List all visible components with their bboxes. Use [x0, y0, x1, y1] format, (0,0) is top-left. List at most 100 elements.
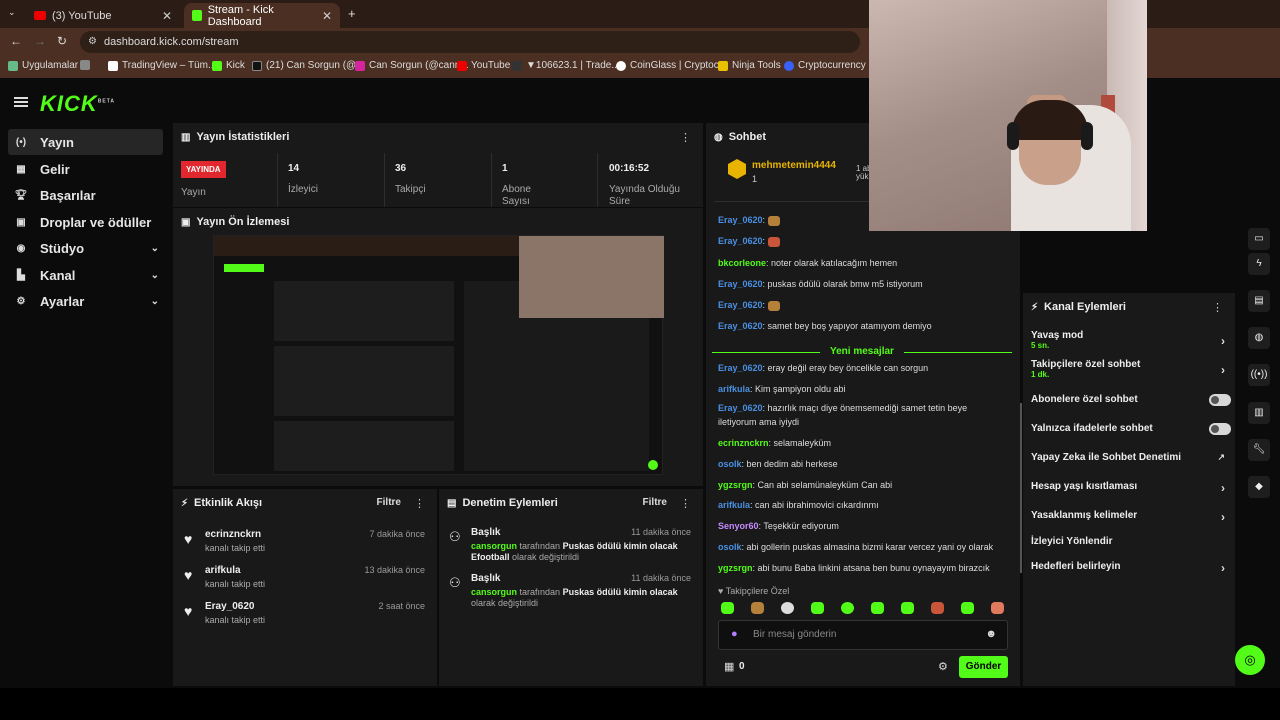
close-icon[interactable]: ✕	[162, 9, 172, 23]
emote-icon[interactable]	[901, 602, 914, 614]
reload-icon[interactable]: ↻	[57, 34, 67, 48]
more-icon[interactable]: ⋮	[680, 131, 691, 144]
action-ai-moderation[interactable]: Yapay Zeka ile Sohbet Denetimi ↗	[1031, 452, 1227, 463]
chat-username[interactable]: Eray_0620	[718, 321, 763, 331]
bookmark-item[interactable]: (21) Can Sorgun (@...	[252, 60, 365, 71]
pinned-user[interactable]: mehmetemin4444	[752, 160, 836, 171]
forward-icon[interactable]: →	[34, 34, 46, 48]
sidebar-item-settings[interactable]: ⚙ Ayarlar ⌄	[8, 288, 163, 314]
emote-icon[interactable]	[811, 602, 824, 614]
panel-header: ▣ Yayın Ön İzlemesi	[181, 216, 290, 228]
emote-icon[interactable]	[781, 602, 794, 614]
badge-icon	[728, 159, 746, 179]
layers-icon[interactable]: ▥	[1248, 402, 1270, 424]
sidebar-item-achievements[interactable]: 🏆︎ Başarılar	[8, 182, 163, 208]
chat-input[interactable]: ● Bir mesaj gönderin ☻	[718, 620, 1008, 650]
emote-icon[interactable]	[991, 602, 1004, 614]
new-tab-button[interactable]: +	[348, 6, 356, 21]
chat-username[interactable]: Eray_0620	[718, 300, 763, 310]
chat-settings-icon[interactable]: ⚙	[938, 660, 948, 673]
close-icon[interactable]: ✕	[322, 9, 332, 23]
emote-icon[interactable]	[961, 602, 974, 614]
more-icon[interactable]: ⋮	[414, 497, 425, 510]
chat-icon: ◍	[714, 131, 723, 143]
action-banned-words[interactable]: Yasaklanmış kelimeler ›	[1031, 510, 1227, 524]
chat-username[interactable]: Eray_0620	[718, 279, 763, 289]
chat-username[interactable]: arifkula	[718, 500, 750, 510]
menu-icon[interactable]	[14, 97, 28, 107]
card-icon[interactable]: ▭	[1248, 228, 1270, 250]
chat-username[interactable]: Eray_0620	[718, 236, 763, 246]
chat-username[interactable]: ecrinznckrn	[718, 438, 769, 448]
chat-username[interactable]: arifkula	[718, 384, 750, 394]
sidebar-item-drops[interactable]: ▣ Droplar ve ödüller	[8, 209, 163, 235]
bookmark-item[interactable]: Kick	[212, 60, 245, 71]
bookmark-item[interactable]: TradingView – Tüm...	[108, 60, 216, 71]
stream-preview-video[interactable]	[213, 235, 664, 475]
bookmark-item[interactable]: Uygulamalar	[8, 60, 78, 71]
action-label: Yapay Zeka ile Sohbet Denetimi	[1031, 452, 1182, 463]
points-icon[interactable]: ▦	[724, 660, 734, 673]
subscribers-only-toggle[interactable]	[1209, 394, 1231, 406]
filter-button[interactable]: Filtre	[377, 497, 401, 508]
divider-line	[904, 352, 1012, 353]
emote-icon[interactable]	[721, 602, 734, 614]
stat-uptime: 00:16:52 Yayında Olduğu Süre	[609, 163, 680, 207]
bolt-icon[interactable]: ϟ	[1248, 253, 1270, 275]
tab-kick-dashboard[interactable]: Stream - Kick Dashboard ✕	[184, 3, 340, 28]
action-followers-only[interactable]: Takipçilere özel sohbet 1 dk. ›	[1031, 359, 1227, 379]
bookmark-item[interactable]: ▼106623.1 | Trade...	[512, 60, 620, 71]
wrench-icon[interactable]: 🔧︎	[1248, 439, 1270, 461]
emote-icon[interactable]	[871, 602, 884, 614]
action-slow-mode[interactable]: Yavaş mod 5 sn. ›	[1031, 330, 1227, 350]
chat-username[interactable]: bkcorleone	[718, 258, 766, 268]
chevron-right-icon: ›	[1221, 334, 1225, 348]
filter-button[interactable]: Filtre	[643, 497, 667, 508]
chat-username[interactable]: ygzsrgn	[718, 563, 753, 573]
kick-logo[interactable]: KICKBETA	[40, 91, 115, 117]
shapes-icon[interactable]: ◆	[1248, 476, 1270, 498]
support-icon[interactable]: ◎	[1235, 645, 1265, 675]
sidebar-item-stream[interactable]: (•) Yayın	[8, 129, 163, 155]
bookmark-item[interactable]: Ninja Tools	[718, 60, 781, 71]
bolt-icon: ⚡︎	[181, 497, 189, 509]
chat-username[interactable]: osolk	[718, 459, 742, 469]
emote-icon[interactable]	[841, 602, 854, 614]
bookmark-item[interactable]: YouTube	[457, 60, 510, 71]
microphone-icon[interactable]: ●	[731, 628, 738, 640]
chat-scrollbar[interactable]	[1020, 403, 1022, 573]
chat-username[interactable]: osolk	[718, 542, 742, 552]
emoji-icon[interactable]: ☻	[985, 628, 997, 640]
chat-username[interactable]: ygzsrgn	[718, 480, 753, 490]
chat-username[interactable]: Eray_0620	[718, 363, 763, 373]
emote-icon[interactable]	[931, 602, 944, 614]
send-button[interactable]: Gönder	[959, 656, 1008, 678]
chevron-down-icon: ⌄	[150, 242, 159, 254]
sidebar-item-studio[interactable]: ◉ Stüdyo ⌄	[8, 235, 163, 261]
chat-username[interactable]: Senyor60	[718, 521, 759, 531]
clipboard-icon[interactable]: ▤	[1248, 290, 1270, 312]
emote-icon[interactable]	[751, 602, 764, 614]
gift-icon: ▣	[16, 216, 26, 228]
back-icon[interactable]: ←	[10, 34, 22, 48]
chat-username[interactable]: Eray_0620	[718, 403, 763, 413]
bookmark-item[interactable]: CoinGlass | Cryptoc...	[616, 60, 727, 71]
bookmark-item[interactable]	[80, 60, 90, 70]
bookmark-item[interactable]: Can Sorgun (@cann...	[355, 60, 469, 71]
heart-icon: ♥	[184, 531, 193, 547]
chat-icon[interactable]: ◍	[1248, 327, 1270, 349]
more-icon[interactable]: ⋮	[1212, 301, 1223, 314]
action-set-goals[interactable]: Hedefleri belirleyin ›	[1031, 561, 1227, 575]
action-raid[interactable]: İzleyici Yönlendir	[1031, 536, 1227, 547]
chat-username[interactable]: Eray_0620	[718, 215, 763, 225]
sidebar-item-channel[interactable]: ▙ Kanal ⌄	[8, 262, 163, 288]
tab-list-icon[interactable]: ⌄	[8, 7, 16, 18]
more-icon[interactable]: ⋮	[680, 497, 691, 510]
emotes-only-toggle[interactable]	[1209, 423, 1231, 435]
site-info-icon[interactable]: ⚙	[88, 31, 97, 53]
broadcast-icon[interactable]: ((•))	[1248, 364, 1270, 386]
url-input[interactable]: ⚙ dashboard.kick.com/stream	[80, 31, 860, 53]
tab-youtube[interactable]: (3) YouTube ✕	[26, 3, 180, 28]
action-account-age[interactable]: Hesap yaşı kısıtlaması ›	[1031, 481, 1227, 495]
sidebar-item-revenue[interactable]: ▦ Gelir	[8, 156, 163, 182]
